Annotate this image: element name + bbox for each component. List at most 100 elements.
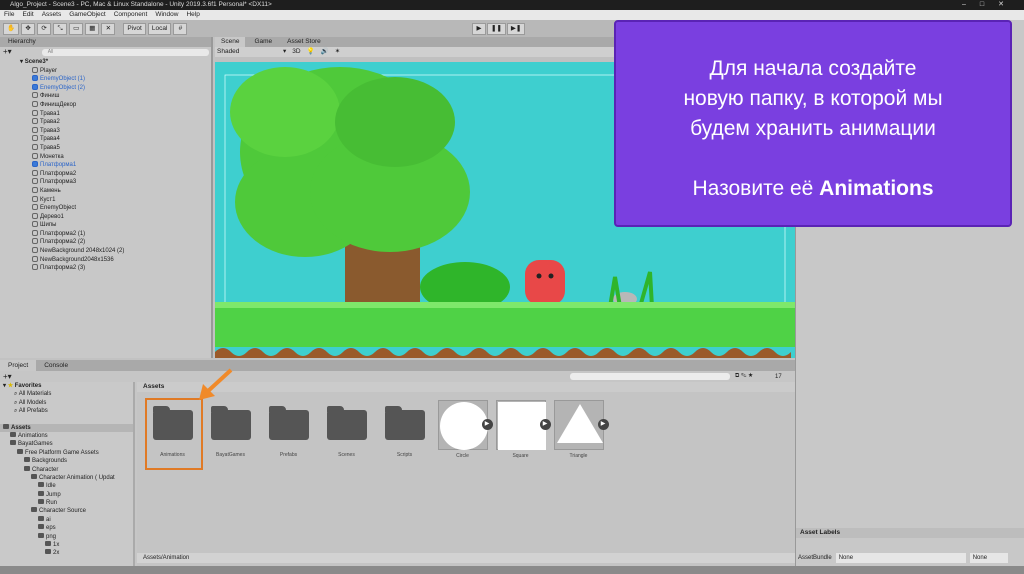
hierarchy-item[interactable]: Монетка <box>0 152 211 162</box>
hierarchy-item[interactable]: Трава1 <box>0 109 211 119</box>
pause-button[interactable]: ❚❚ <box>487 23 506 35</box>
expand-icon[interactable]: ▶ <box>481 419 493 430</box>
folder-tree-item[interactable]: Idle <box>0 482 133 490</box>
custom-tool-icon[interactable]: ✕ <box>101 22 116 35</box>
hierarchy-item[interactable]: EnemyObject (2) <box>0 83 211 93</box>
favorites-label: Favorites <box>14 383 42 389</box>
folder-icon <box>38 524 44 530</box>
folder-tree-item[interactable]: Character Source <box>0 507 133 515</box>
menu-window[interactable]: Window <box>155 10 178 20</box>
favorite-item[interactable]: ⌕ All Prefabs <box>0 407 133 415</box>
tab-project[interactable]: Project <box>0 360 37 371</box>
expand-icon[interactable]: ▶ <box>597 419 609 430</box>
add-icon[interactable]: +▾ <box>0 47 12 58</box>
hierarchy-item[interactable]: Платформа1 <box>0 161 211 170</box>
hierarchy-item[interactable]: Трава2 <box>0 118 211 127</box>
favorite-item[interactable]: ⌕ All Materials <box>0 390 133 398</box>
folder-tree-item[interactable]: png <box>0 532 133 541</box>
tab-console[interactable]: Console <box>36 360 76 371</box>
folder-tree-item[interactable]: BayatGames <box>0 440 133 448</box>
asset-bundle-dropdown[interactable]: None <box>835 553 966 563</box>
hierarchy-item[interactable]: Платформа2 (2) <box>0 238 211 247</box>
hierarchy-item[interactable]: NewBackground2048x1536 <box>0 255 211 265</box>
hierarchy-item[interactable]: EnemyObject (1) <box>0 75 211 84</box>
asset-tile[interactable]: Scenes <box>319 400 374 458</box>
folder-icon <box>384 406 425 440</box>
asset-tile[interactable]: ▶ Circle <box>435 400 493 459</box>
rotate-tool-icon[interactable]: ⟳ <box>37 22 52 35</box>
local-button[interactable]: Local <box>147 22 172 35</box>
folder-tree-item[interactable]: Animations <box>0 431 133 440</box>
folder-tree-item[interactable]: Jump <box>0 490 133 499</box>
step-button[interactable]: ▶❚ <box>506 23 526 35</box>
effects-icon[interactable]: ✶ <box>335 47 340 57</box>
gameobject-icon <box>32 247 38 254</box>
folder-tree-item[interactable]: Character <box>0 465 133 474</box>
audio-icon[interactable]: 🔊 <box>321 47 329 57</box>
menu-component[interactable]: Component <box>114 10 148 20</box>
hierarchy-item[interactable]: Шипы <box>0 221 211 230</box>
folder-tree-item[interactable]: Character Animation ( Updat <box>0 473 133 482</box>
pivot-button[interactable]: Pivot <box>123 22 146 35</box>
favorites-header[interactable]: ▾ ★ Favorites <box>0 382 133 390</box>
move-tool-icon[interactable]: ✥ <box>21 22 36 35</box>
hierarchy-item[interactable]: Трава4 <box>0 135 211 144</box>
folder-icon <box>31 473 37 479</box>
tab-game[interactable]: Game <box>248 37 278 47</box>
hierarchy-item[interactable]: Камень <box>0 186 211 196</box>
hierarchy-item[interactable]: Трава5 <box>0 143 211 153</box>
hand-tool-icon[interactable]: ✋ <box>3 22 20 35</box>
hierarchy-item[interactable]: ФинишДекор <box>0 100 211 110</box>
asset-tile[interactable]: ▶ Triangle <box>551 400 609 459</box>
filter-icons[interactable]: ⧉ ✎ ★ <box>735 373 753 380</box>
asset-tile[interactable]: Scripts <box>377 400 432 458</box>
hierarchy-item[interactable]: Платформа2 (3) <box>0 264 211 273</box>
hierarchy-search[interactable]: All <box>41 49 209 56</box>
favorite-item[interactable]: ⌕ All Models <box>0 399 133 407</box>
folder-tree-item[interactable]: 2x <box>0 549 133 557</box>
light-icon[interactable]: 💡 <box>307 47 315 57</box>
hierarchy-item[interactable]: Платформа2 <box>0 169 211 179</box>
hierarchy-item-label: Финиш <box>40 93 60 100</box>
expand-icon[interactable]: ▶ <box>539 419 551 430</box>
scene-root[interactable]: ▾ Scene3* <box>0 58 211 67</box>
scale-tool-icon[interactable]: ⤡ <box>53 22 68 35</box>
play-button[interactable]: ▶ <box>472 23 486 35</box>
folder-tree-item[interactable]: 1x <box>0 541 133 549</box>
hierarchy-item[interactable]: Платформа3 <box>0 178 211 187</box>
folder-tree-item[interactable]: Assets <box>0 423 133 432</box>
menu-edit[interactable]: Edit <box>22 10 33 20</box>
folder-tree-item[interactable]: Backgrounds <box>0 457 133 465</box>
folder-tree-item[interactable]: eps <box>0 524 133 532</box>
folder-tree-item[interactable]: Free Platform Game Assets <box>0 448 133 457</box>
hierarchy-tab[interactable]: Hierarchy <box>0 37 211 47</box>
asset-tile[interactable]: Prefabs <box>261 400 316 458</box>
hierarchy-item[interactable]: Платформа2 (1) <box>0 229 211 239</box>
asset-tile[interactable]: BayatGames <box>203 400 258 458</box>
shading-dropdown[interactable]: Shaded <box>217 47 277 57</box>
window-controls[interactable]: –□✕ <box>962 0 1018 10</box>
hierarchy-item[interactable]: Куст1 <box>0 195 211 205</box>
hierarchy-item[interactable]: Трава3 <box>0 126 211 136</box>
hierarchy-item[interactable]: Финиш <box>0 92 211 101</box>
hierarchy-item[interactable]: Дерево1 <box>0 212 211 222</box>
asset-variant-dropdown[interactable]: None <box>969 553 1008 563</box>
hierarchy-item[interactable]: NewBackground 2048x1024 (2) <box>0 247 211 256</box>
menu-gameobject[interactable]: GameObject <box>69 10 106 20</box>
tab-asset-store[interactable]: Asset Store <box>281 37 327 47</box>
toggle-2d-3d[interactable]: 3D <box>292 47 300 57</box>
asset-tile[interactable]: ▶ Square <box>493 400 551 459</box>
hierarchy-item[interactable]: EnemyObject <box>0 204 211 213</box>
create-icon[interactable]: +▾ <box>3 372 12 381</box>
transform-tool-icon[interactable]: ▦ <box>85 22 100 35</box>
menu-file[interactable]: File <box>4 10 14 20</box>
folder-tree-item[interactable]: Run <box>0 499 133 507</box>
menu-assets[interactable]: Assets <box>42 10 62 20</box>
menu-help[interactable]: Help <box>186 10 199 20</box>
grid-snap-icon[interactable]: # <box>173 22 188 35</box>
rect-tool-icon[interactable]: ▭ <box>69 22 84 35</box>
tab-scene[interactable]: Scene <box>215 37 246 47</box>
project-search[interactable] <box>570 373 730 380</box>
hierarchy-item[interactable]: Player <box>0 66 211 76</box>
folder-tree-item[interactable]: ai <box>0 515 133 524</box>
